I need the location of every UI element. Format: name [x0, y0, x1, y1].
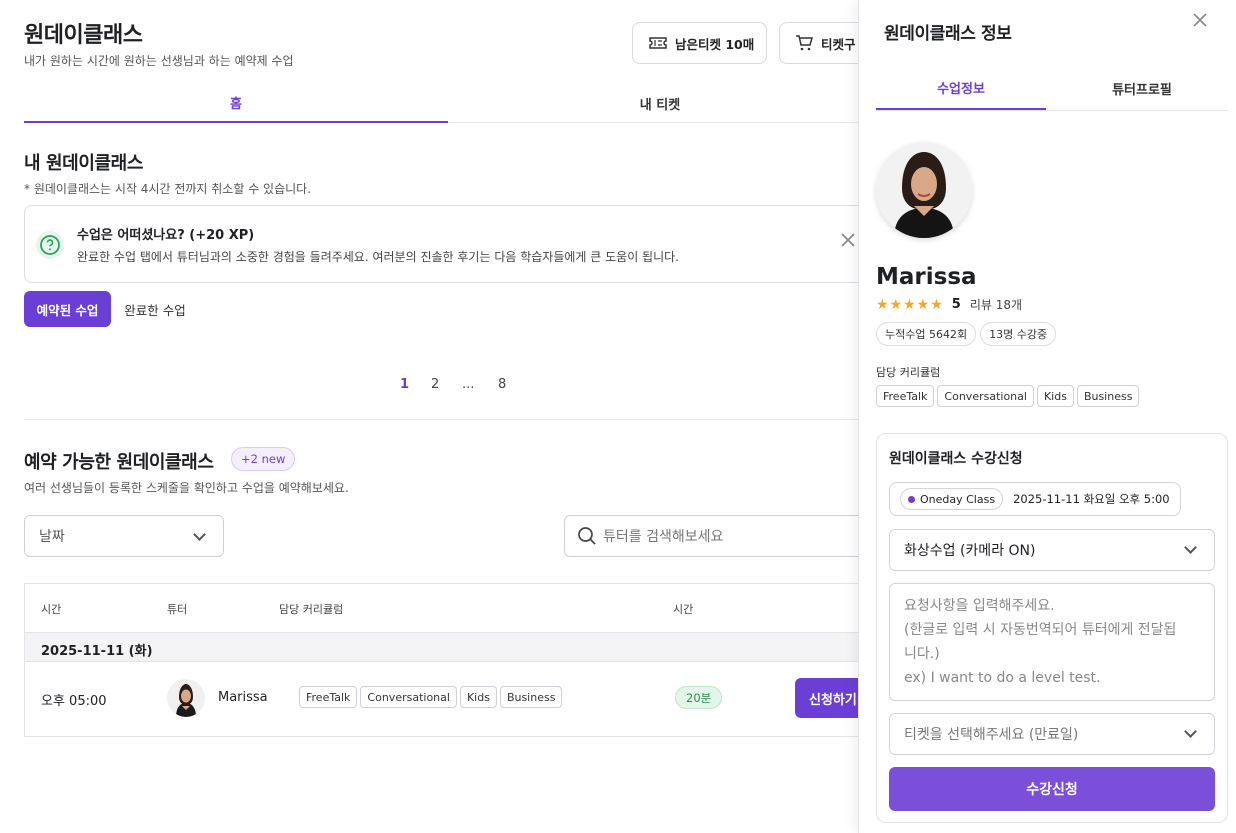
tab-my-tickets[interactable]: 내 티켓 [448, 84, 858, 123]
cart-icon [795, 35, 813, 51]
remaining-tickets-button[interactable]: 남은티켓 10매 [632, 22, 767, 64]
filter-booked-button[interactable]: 예약된 수업 [24, 291, 111, 327]
row-time: 오후 05:00 [41, 694, 107, 709]
cancel-note: * 원데이클래스는 시작 4시간 전까지 취소할 수 있습니다. [24, 182, 312, 196]
available-note: 여러 선생님들이 등록한 스케줄을 확인하고 수업을 예약해보세요. [24, 481, 349, 495]
remaining-tickets-label: 남은티켓 10매 [675, 36, 755, 52]
panel-title: 원데이클래스 정보 [884, 24, 1012, 44]
apply-button[interactable]: 신청하기 [795, 678, 858, 718]
chevron-down-icon [193, 528, 206, 541]
class-info-chip: Oneday Class 2025-11-11 화요일 오후 5:00 [889, 482, 1181, 516]
ticket-select-value: 티켓을 선택해주세요 (만료일) [904, 727, 1079, 743]
col-duration: 시간 [673, 603, 694, 616]
page-2[interactable]: 2 [431, 377, 439, 392]
table-row: 오후 05:00 Marissa FreeTalk Conversational… [25, 662, 858, 736]
tab-tutor-profile[interactable]: 튜터프로필 [1056, 66, 1228, 110]
tab-class-info[interactable]: 수업정보 [876, 66, 1046, 110]
star-rating-icon: ★★★★★ [876, 296, 944, 313]
review-count: 리뷰 18개 [969, 298, 1023, 312]
row-tags: FreeTalk Conversational Kids Business [299, 686, 565, 708]
tutor-name: Marissa [876, 264, 977, 290]
filter-completed-button[interactable]: 완료한 수업 [115, 291, 195, 327]
date-select-value: 날짜 [39, 529, 65, 545]
col-curriculum: 담당 커리큘럼 [279, 603, 344, 616]
signup-title: 원데이클래스 수강신청 [889, 451, 1023, 467]
my-classes-title: 내 원데이클래스 [24, 153, 143, 174]
stat-badge: 누적수업 5642회 [876, 322, 977, 346]
page-subtitle: 내가 원하는 시간에 원하는 선생님과 하는 예약제 수업 [24, 54, 294, 68]
new-badge: +2 new [231, 447, 296, 471]
submit-button[interactable]: 수강신청 [889, 767, 1215, 811]
request-placeholder-line: 니다.) [904, 646, 940, 662]
tag-chip: Business [499, 686, 563, 708]
class-type-label: Oneday Class [920, 492, 996, 506]
class-datetime: 2025-11-11 화요일 오후 5:00 [1013, 492, 1170, 506]
tutor-stats: 누적수업 5642회 13명 수강중 [876, 322, 1060, 346]
mode-select[interactable]: 화상수업 (카메라 ON) [889, 529, 1215, 571]
class-type-badge: Oneday Class [900, 488, 1004, 510]
tutor-photo [876, 142, 972, 238]
chevron-down-icon [1184, 725, 1197, 738]
section-divider [24, 419, 858, 420]
rating-value: 5 [951, 297, 961, 312]
tag-chip: Conversational [937, 385, 1034, 407]
request-placeholder-line: 요청사항을 입력해주세요. [904, 598, 1055, 614]
tag-chip: FreeTalk [299, 686, 358, 708]
review-banner: 수업은 어떠셨나요? (+20 XP) 완료한 수업 탭에서 튜터님과의 소중한… [24, 205, 858, 283]
tutor-search[interactable]: 튜터를 검색해보세요 [564, 515, 858, 557]
request-placeholder-line: ex) I want to do a level test. [904, 670, 1101, 686]
schedule-table: 시간 튜터 담당 커리큘럼 시간 2025-11-11 (화) 오후 05:00… [24, 583, 858, 737]
review-title: 수업은 어떠셨나요? (+20 XP) [77, 228, 255, 243]
search-icon [577, 526, 597, 546]
stat-badge: 13명 수강중 [980, 322, 1057, 346]
tag-chip: Conversational [360, 686, 457, 708]
close-icon[interactable] [1192, 12, 1208, 28]
row-tutor-name: Marissa [218, 690, 268, 705]
page-8[interactable]: 8 [498, 377, 506, 392]
col-time: 시간 [41, 603, 62, 616]
mode-select-value: 화상수업 (카메라 ON) [904, 543, 1036, 559]
page-ellipsis: ... [462, 377, 475, 392]
ticket-select[interactable]: 티켓을 선택해주세요 (만료일) [889, 713, 1215, 755]
request-placeholder-line: (한글로 입력 시 자동번역되어 튜터에게 전달됩 [904, 622, 1177, 638]
ticket-icon [649, 36, 667, 50]
question-icon [35, 230, 65, 260]
date-group-row: 2025-11-11 (화) [25, 632, 858, 662]
chevron-down-icon [1184, 541, 1197, 554]
request-textarea[interactable]: 요청사항을 입력해주세요. (한글로 입력 시 자동번역되어 튜터에게 전달됩 … [889, 583, 1215, 701]
available-title: 예약 가능한 원데이클래스 [24, 452, 214, 473]
curriculum-label: 담당 커리큘럼 [876, 366, 941, 379]
tag-chip: Kids [459, 686, 497, 708]
signup-card: 원데이클래스 수강신청 Oneday Class 2025-11-11 화요일 … [876, 433, 1228, 823]
tab-home[interactable]: 홈 [24, 84, 448, 123]
page-1[interactable]: 1 [400, 377, 409, 392]
duration-badge: 20분 [675, 686, 723, 709]
curriculum-tags: FreeTalk Conversational Kids Business [876, 385, 1142, 407]
panel-tabs-divider [876, 110, 1228, 111]
tag-chip: FreeTalk [876, 385, 935, 407]
buy-ticket-label: 티켓구 [821, 36, 856, 52]
class-info-panel: 원데이클래스 정보 수업정보 튜터프로필 Marissa ★★★★★ 5 리뷰 … [858, 0, 1236, 833]
col-tutor: 튜터 [167, 603, 188, 616]
tag-chip: Kids [1036, 385, 1074, 407]
close-icon[interactable] [840, 232, 856, 248]
buy-ticket-button[interactable]: 티켓구 [779, 22, 858, 64]
search-input[interactable]: 튜터를 검색해보세요 [603, 526, 723, 546]
date-group-label: 2025-11-11 (화) [41, 644, 153, 659]
main-content: 원데이클래스 내가 원하는 시간에 원하는 선생님과 하는 예약제 수업 남은티… [0, 0, 858, 833]
dot-icon [908, 495, 915, 503]
date-select[interactable]: 날짜 [24, 515, 224, 557]
avatar [167, 679, 205, 717]
main-tabs: 홈 내 티켓 [24, 84, 858, 123]
review-body: 완료한 수업 탭에서 튜터님과의 소중한 경험을 들려주세요. 여러분의 진솔한… [77, 250, 679, 264]
tutor-rating: ★★★★★ 5 리뷰 18개 [876, 296, 1022, 313]
page-title: 원데이클래스 [24, 23, 143, 48]
tag-chip: Business [1076, 385, 1140, 407]
